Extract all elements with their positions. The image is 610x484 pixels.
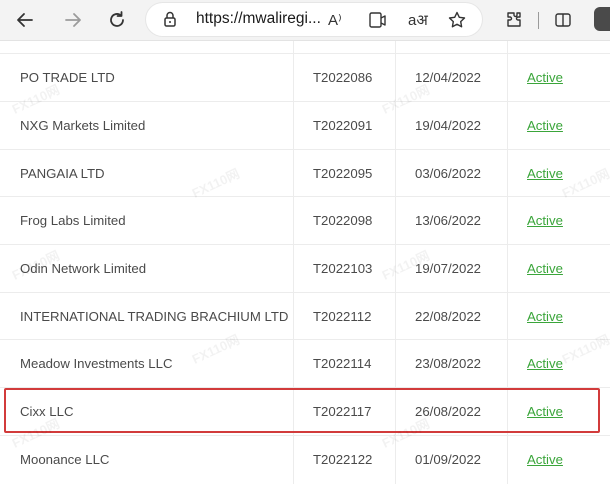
table-row: NXG Markets Limited T2022091 19/04/2022 … xyxy=(0,101,610,149)
profile-avatar[interactable] xyxy=(594,7,610,31)
lock-icon[interactable] xyxy=(162,10,178,33)
company-name: Frog Labs Limited xyxy=(20,213,126,228)
license-number: T2022114 xyxy=(313,356,372,371)
browser-toolbar: https://mwaliregi... A⁾ aअ xyxy=(0,0,610,41)
highlight-box xyxy=(4,388,600,433)
table-row: PANGAIA LTD T2022095 03/06/2022 Active xyxy=(0,149,610,197)
status-link[interactable]: Active xyxy=(527,197,563,244)
translate-icon[interactable]: aअ xyxy=(408,9,428,31)
table-row: PO TRADE LTD T2022086 12/04/2022 Active xyxy=(0,53,610,101)
read-aloud-icon[interactable]: A⁾ xyxy=(328,9,342,31)
split-screen-icon[interactable] xyxy=(550,7,576,33)
table-top-strip xyxy=(0,41,610,53)
company-name: Meadow Investments LLC xyxy=(20,356,173,371)
forward-arrow-icon[interactable] xyxy=(60,7,86,33)
status-link[interactable]: Active xyxy=(527,245,563,292)
status-link[interactable]: Active xyxy=(527,54,563,101)
status-link[interactable]: Active xyxy=(527,150,563,197)
company-name: INTERNATIONAL TRADING BRACHIUM LTD xyxy=(20,309,289,324)
favorite-star-icon[interactable] xyxy=(447,9,467,31)
table-row: Odin Network Limited T2022103 19/07/2022… xyxy=(0,244,610,292)
license-number: T2022103 xyxy=(313,261,373,276)
license-date: 22/08/2022 xyxy=(415,309,482,324)
registry-table: PO TRADE LTD T2022086 12/04/2022 Active … xyxy=(0,41,610,484)
license-date: 13/06/2022 xyxy=(415,213,482,228)
license-number: T2022086 xyxy=(313,70,373,85)
extensions-puzzle-icon[interactable] xyxy=(501,7,527,33)
company-name: Moonance LLC xyxy=(20,452,110,467)
company-name: Odin Network Limited xyxy=(20,261,147,276)
table-row: Frog Labs Limited T2022098 13/06/2022 Ac… xyxy=(0,196,610,244)
license-number: T2022095 xyxy=(313,166,373,181)
license-number: T2022112 xyxy=(313,309,372,324)
company-name: PANGAIA LTD xyxy=(20,166,105,181)
status-link[interactable]: Active xyxy=(527,293,563,340)
license-number: T2022098 xyxy=(313,213,373,228)
license-number: T2022091 xyxy=(313,118,373,133)
license-date: 03/06/2022 xyxy=(415,166,482,181)
license-date: 12/04/2022 xyxy=(415,70,482,85)
address-url[interactable]: https://mwaliregi... xyxy=(196,10,321,28)
company-name: NXG Markets Limited xyxy=(20,118,146,133)
table-row: Moonance LLC T2022122 01/09/2022 Active xyxy=(0,435,610,483)
license-number: T2022122 xyxy=(313,452,373,467)
license-date: 01/09/2022 xyxy=(415,452,482,467)
license-date: 23/08/2022 xyxy=(415,356,482,371)
toolbar-divider xyxy=(538,12,539,29)
table-row: Meadow Investments LLC T2022114 23/08/20… xyxy=(0,339,610,387)
address-bar[interactable]: https://mwaliregi... A⁾ aअ xyxy=(146,3,482,36)
status-link[interactable]: Active xyxy=(527,436,563,483)
table-row: INTERNATIONAL TRADING BRACHIUM LTD T2022… xyxy=(0,292,610,340)
immersive-reader-icon[interactable] xyxy=(368,9,388,31)
company-name: PO TRADE LTD xyxy=(20,70,115,85)
license-date: 19/07/2022 xyxy=(415,261,482,276)
back-arrow-icon[interactable] xyxy=(12,7,38,33)
status-link[interactable]: Active xyxy=(527,102,563,149)
status-link[interactable]: Active xyxy=(527,340,563,387)
license-date: 19/04/2022 xyxy=(415,118,482,133)
refresh-icon[interactable] xyxy=(104,7,130,33)
